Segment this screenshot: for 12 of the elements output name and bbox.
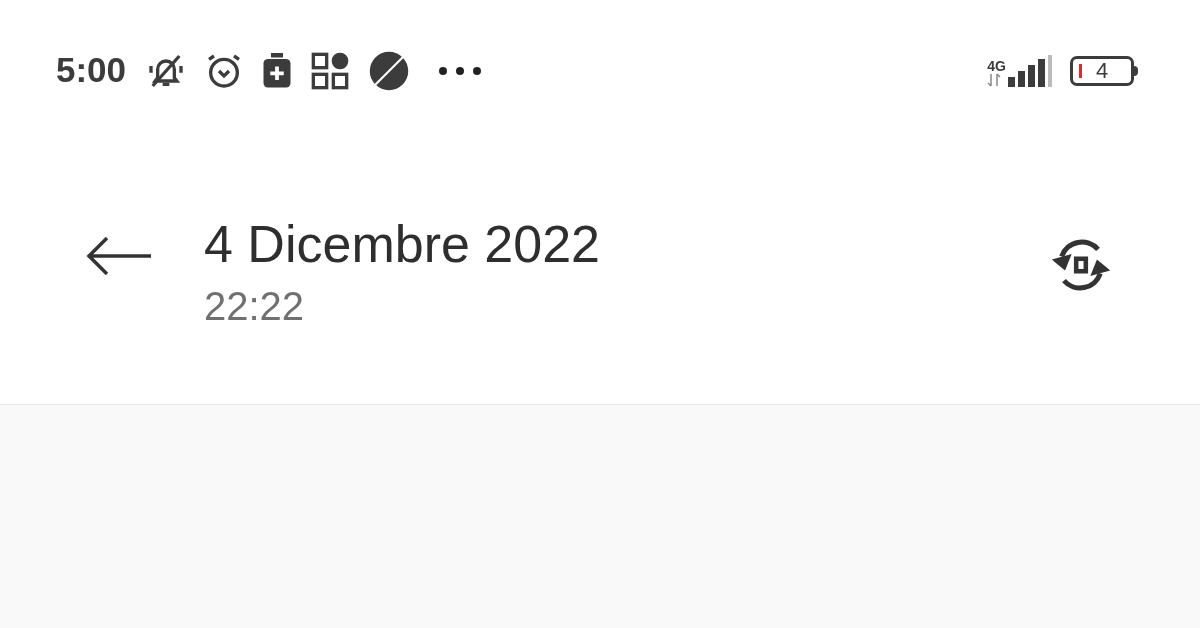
planet-icon bbox=[368, 49, 411, 92]
status-time: 5:00 bbox=[56, 49, 127, 92]
back-arrow-icon bbox=[85, 236, 153, 276]
signal-icon bbox=[1008, 54, 1052, 87]
apps-grid-icon bbox=[310, 50, 351, 91]
network-type: 4G bbox=[987, 58, 1006, 73]
first-aid-kit-icon bbox=[262, 52, 293, 89]
page-title: 4 Dicembre 2022 bbox=[204, 214, 600, 275]
page-subtitle: 22:22 bbox=[204, 283, 306, 330]
more-icon bbox=[438, 65, 483, 76]
data-arrows-icon bbox=[987, 72, 1002, 87]
battery-level: 4 bbox=[1095, 59, 1109, 82]
